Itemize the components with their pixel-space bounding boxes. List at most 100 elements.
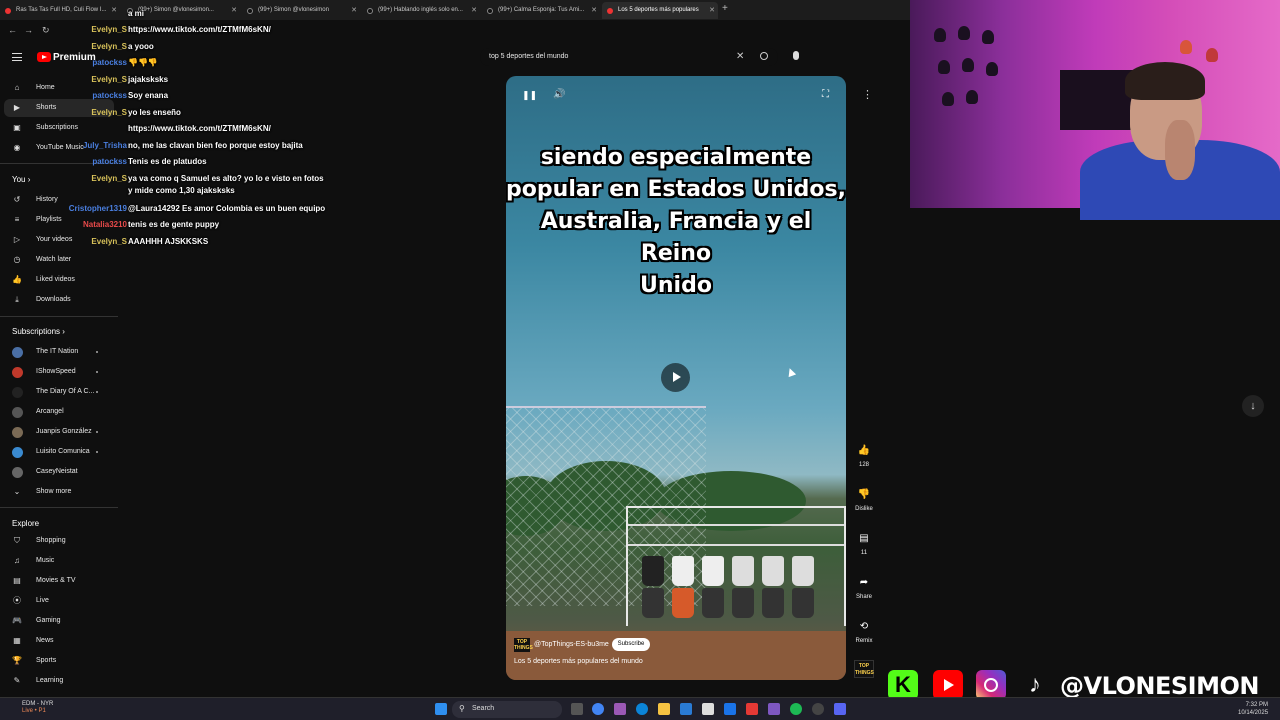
sidebar-item-liked-videos[interactable]: 👍 Liked videos bbox=[0, 271, 118, 289]
subscription-channel[interactable]: The IT Nation bbox=[0, 343, 118, 361]
fullscreen-icon[interactable]: ⛶ bbox=[822, 89, 829, 100]
search-icon[interactable] bbox=[760, 52, 768, 60]
comments-button[interactable]: ▤ 11 bbox=[852, 529, 876, 556]
browser-tab-active[interactable]: Los 5 deportes más populares ✕ bbox=[602, 2, 718, 19]
volume-icon[interactable]: 🔊 bbox=[553, 89, 565, 100]
streamer-handle: @VLONESIMON bbox=[1060, 672, 1259, 700]
share-button[interactable]: ➦ Share bbox=[852, 573, 876, 600]
sidebar-item-news[interactable]: ▦ News bbox=[0, 632, 118, 650]
video-caption: siendo especialmente popular en Estados … bbox=[506, 145, 846, 298]
subscription-channel[interactable]: Luisito Comunica bbox=[0, 443, 118, 461]
new-content-dot bbox=[96, 351, 98, 353]
close-tab-icon[interactable]: ✕ bbox=[231, 6, 237, 14]
app-icon[interactable] bbox=[768, 703, 780, 715]
video-bleachers bbox=[626, 506, 846, 626]
pause-icon[interactable]: ❚❚ bbox=[522, 90, 537, 101]
sidebar-item-sports[interactable]: 🏆 Sports bbox=[0, 652, 118, 670]
hamburger-menu-icon[interactable] bbox=[12, 53, 22, 61]
channel-badge[interactable]: TOP THINGS bbox=[854, 660, 874, 678]
app-icon[interactable] bbox=[614, 703, 626, 715]
sidebar-item-subscriptions[interactable]: ▣ Subscriptions bbox=[0, 119, 118, 137]
discord-icon[interactable] bbox=[834, 703, 846, 715]
taskbar-search[interactable]: ⚲ Search bbox=[452, 701, 562, 718]
search-input[interactable]: top 5 deportes del mundo bbox=[489, 53, 568, 60]
new-tab-plus-icon[interactable]: + bbox=[722, 3, 728, 14]
new-content-dot bbox=[96, 391, 98, 393]
weather-widget[interactable]: EDM - NYR Live • P1 bbox=[8, 701, 53, 715]
close-tab-icon[interactable]: ✕ bbox=[471, 6, 477, 14]
reload-icon[interactable]: ↻ bbox=[42, 25, 50, 36]
app-icon[interactable] bbox=[724, 703, 736, 715]
sidebar-item-movies-tv[interactable]: ▤ Movies & TV bbox=[0, 572, 118, 590]
edge-icon[interactable] bbox=[636, 703, 648, 715]
like-button[interactable]: 👍 128 bbox=[852, 441, 876, 468]
close-tab-icon[interactable]: ✕ bbox=[351, 6, 357, 14]
microphone-icon[interactable] bbox=[793, 51, 799, 60]
remix-icon: ⟲ bbox=[859, 621, 869, 632]
spotify-icon[interactable] bbox=[790, 703, 802, 715]
chrome-icon[interactable] bbox=[592, 703, 604, 715]
thumbs-up-icon: 👍 bbox=[857, 445, 871, 456]
browser-tab[interactable]: (99+) Simon @vlonesimon ✕ bbox=[242, 2, 360, 19]
avatar bbox=[12, 347, 23, 358]
next-short-arrow-icon[interactable]: ↓ bbox=[1242, 395, 1264, 417]
show-more-button[interactable]: ⌄ Show more bbox=[0, 483, 118, 501]
sidebar-item-watch-later[interactable]: ◷ Watch later bbox=[0, 251, 118, 269]
explore-section-header: Explore bbox=[12, 519, 40, 528]
subscription-channel[interactable]: Juanpis González bbox=[0, 423, 118, 441]
new-content-dot bbox=[96, 451, 98, 453]
live-icon: ⦿ bbox=[13, 596, 21, 605]
youtube-search-bar[interactable]: top 5 deportes del mundo ✕ bbox=[480, 48, 778, 66]
short-title[interactable]: Los 5 deportes más populares del mundo bbox=[514, 658, 643, 665]
you-section-header[interactable]: You › bbox=[12, 175, 30, 184]
movies-icon: ▤ bbox=[13, 576, 21, 585]
playlists-icon: ≡ bbox=[14, 215, 20, 224]
system-clock[interactable]: 7:32 PM 10/14/2025 bbox=[1238, 701, 1268, 717]
clear-search-icon[interactable]: ✕ bbox=[736, 51, 744, 62]
app-icon[interactable] bbox=[746, 703, 758, 715]
sidebar-item-downloads[interactable]: ⤓ Downloads bbox=[0, 291, 118, 309]
close-tab-icon[interactable]: ✕ bbox=[709, 6, 715, 14]
dislike-button[interactable]: 👎 Dislike bbox=[852, 485, 876, 512]
subscription-channel[interactable]: IShowSpeed bbox=[0, 363, 118, 381]
browser-tab[interactable]: Ras Tas Tas Full HD, Culi Flow I... ✕ bbox=[0, 2, 120, 19]
channel-logo[interactable]: TOP THINGS bbox=[514, 638, 533, 652]
subscription-channel[interactable]: CaseyNeistat bbox=[0, 463, 118, 481]
sidebar-item-gaming[interactable]: 🎮 Gaming bbox=[0, 612, 118, 630]
search-icon: ⚲ bbox=[459, 704, 465, 713]
sidebar-item-music[interactable]: ♫ Music bbox=[0, 552, 118, 570]
back-arrow-icon[interactable]: ← bbox=[8, 25, 17, 35]
close-tab-icon[interactable]: ✕ bbox=[111, 6, 117, 14]
windows-start-icon[interactable] bbox=[435, 703, 447, 715]
app-icon[interactable] bbox=[812, 703, 824, 715]
close-tab-icon[interactable]: ✕ bbox=[591, 6, 597, 14]
sidebar-divider bbox=[0, 316, 118, 317]
remix-button[interactable]: ⟲ Remix bbox=[852, 617, 876, 644]
subscription-channel[interactable]: The Diary Of A C... bbox=[0, 383, 118, 401]
your-videos-icon: ▷ bbox=[13, 235, 21, 244]
music-icon: ◉ bbox=[13, 143, 21, 152]
browser-tab[interactable]: (99+) Hablando inglés solo en... ✕ bbox=[362, 2, 480, 19]
avatar bbox=[12, 427, 23, 438]
subscription-channel[interactable]: Arcangel bbox=[0, 403, 118, 421]
youtube-logo-icon[interactable] bbox=[37, 52, 51, 62]
task-view-icon[interactable] bbox=[571, 703, 583, 715]
sidebar-divider bbox=[0, 507, 118, 508]
sidebar-item-learning[interactable]: ✎ Learning bbox=[0, 672, 118, 690]
sidebar-item-shopping[interactable]: ⛉ Shopping bbox=[0, 532, 118, 550]
sidebar-item-live[interactable]: ⦿ Live bbox=[0, 592, 118, 610]
file-explorer-icon[interactable] bbox=[658, 703, 670, 715]
thumbs-up-icon: 👍 bbox=[12, 275, 22, 284]
subscribe-button[interactable]: Subscribe bbox=[612, 638, 650, 651]
subscriptions-section-header[interactable]: Subscriptions › bbox=[12, 327, 65, 336]
more-options-icon[interactable]: ⋮ bbox=[862, 88, 873, 101]
play-button-icon[interactable] bbox=[661, 363, 690, 392]
download-icon: ⤓ bbox=[15, 295, 19, 304]
channel-handle[interactable]: @TopThings-ES-bu3me bbox=[534, 641, 609, 648]
app-icon[interactable] bbox=[702, 703, 714, 715]
forward-arrow-icon[interactable]: → bbox=[24, 25, 33, 35]
streamer-hair bbox=[1125, 62, 1205, 100]
app-icon[interactable] bbox=[680, 703, 692, 715]
shorts-video-player[interactable]: siendo especialmente popular en Estados … bbox=[506, 76, 846, 680]
browser-tab[interactable]: (99+) Calma Esponja: Tus Ami... ✕ bbox=[482, 2, 600, 19]
